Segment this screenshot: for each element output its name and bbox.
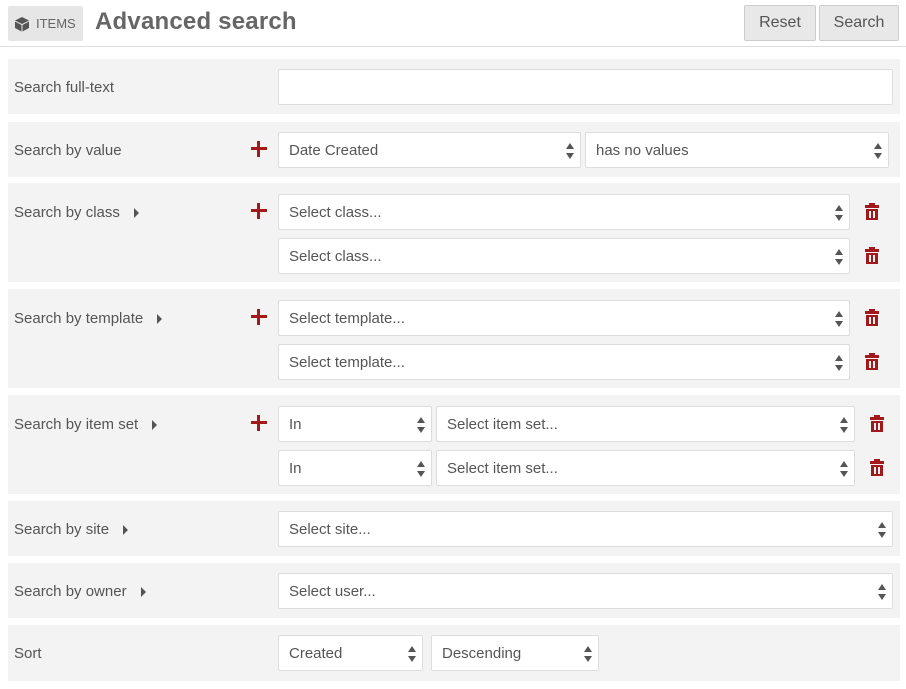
fulltext-label: Search full-text [14, 79, 115, 96]
select-arrows-icon [840, 416, 848, 434]
trash-icon[interactable] [865, 309, 879, 326]
template-field: Search by template Select template... Se… [8, 289, 900, 388]
caret-right-icon [123, 524, 129, 535]
site-select-text: Select site... [289, 520, 371, 538]
template-label-text: Search by template [14, 310, 144, 327]
item-set-mode-text: In [289, 415, 302, 433]
fulltext-field: Search full-text [8, 59, 900, 114]
owner-select-text: Select user... [289, 582, 376, 600]
fulltext-input[interactable] [278, 69, 893, 105]
select-arrows-icon [417, 460, 425, 478]
caret-right-icon [140, 586, 146, 597]
cube-icon [14, 16, 30, 32]
template-select-text: Select template... [289, 309, 405, 327]
trash-icon[interactable] [870, 459, 884, 476]
value-label: Search by value [14, 142, 122, 159]
search-button[interactable]: Search [819, 5, 899, 41]
template-select[interactable]: Select template... [278, 300, 850, 336]
trash-icon[interactable] [870, 415, 884, 432]
site-field: Search by site Select site... [8, 501, 900, 556]
value-operator-select[interactable]: has no values [585, 132, 889, 168]
caret-right-icon [157, 313, 163, 324]
reset-button[interactable]: Reset [744, 5, 816, 41]
page-title: Advanced search [95, 8, 297, 35]
item-set-label-text: Search by item set [14, 416, 139, 433]
item-set-mode-text: In [289, 459, 302, 477]
site-select[interactable]: Select site... [278, 511, 893, 547]
trash-icon[interactable] [865, 203, 879, 220]
select-arrows-icon [835, 310, 843, 328]
badge-label: ITEMS [36, 16, 76, 31]
sort-order-select[interactable]: Descending [431, 635, 599, 671]
sort-field: Sort Created Descending [8, 625, 900, 681]
template-select-text: Select template... [289, 353, 405, 371]
class-field: Search by class Select class... Select c… [8, 183, 900, 282]
caret-right-icon [133, 207, 139, 218]
owner-label-text: Search by owner [14, 583, 127, 600]
template-label[interactable]: Search by template [14, 310, 163, 327]
class-label-text: Search by class [14, 204, 120, 221]
value-property-select[interactable]: Date Created [278, 132, 581, 168]
page-header: ITEMS Advanced search Reset Search [0, 0, 906, 47]
site-label-text: Search by site [14, 521, 110, 538]
class-select-text: Select class... [289, 247, 382, 265]
owner-select[interactable]: Select user... [278, 573, 893, 609]
trash-icon[interactable] [865, 247, 879, 264]
item-set-field: Search by item set In Select item set...… [8, 395, 900, 494]
site-label[interactable]: Search by site [14, 521, 129, 538]
item-set-select[interactable]: Select item set... [436, 406, 855, 442]
class-select-text: Select class... [289, 203, 382, 221]
sort-by-text: Created [289, 644, 343, 662]
item-set-select[interactable]: Select item set... [436, 450, 855, 486]
select-arrows-icon [835, 248, 843, 266]
select-arrows-icon [566, 142, 574, 160]
trash-icon[interactable] [865, 353, 879, 370]
select-arrows-icon [408, 645, 416, 663]
add-item-set-icon[interactable] [251, 415, 267, 431]
sort-label: Sort [14, 645, 42, 662]
add-class-icon[interactable] [251, 203, 267, 219]
owner-field: Search by owner Select user... [8, 563, 900, 618]
select-arrows-icon [417, 416, 425, 434]
class-label[interactable]: Search by class [14, 204, 139, 221]
select-arrows-icon [878, 521, 886, 539]
caret-right-icon [152, 419, 158, 430]
select-arrows-icon [584, 645, 592, 663]
item-set-select-text: Select item set... [447, 459, 558, 477]
template-select[interactable]: Select template... [278, 344, 850, 380]
value-property-text: Date Created [289, 141, 379, 159]
select-arrows-icon [835, 204, 843, 222]
sort-by-select[interactable]: Created [278, 635, 423, 671]
select-arrows-icon [835, 354, 843, 372]
item-set-select-text: Select item set... [447, 415, 558, 433]
select-arrows-icon [874, 142, 882, 160]
select-arrows-icon [878, 583, 886, 601]
add-value-icon[interactable] [251, 141, 267, 157]
item-set-mode-select[interactable]: In [278, 406, 432, 442]
add-template-icon[interactable] [251, 309, 267, 325]
owner-label[interactable]: Search by owner [14, 583, 146, 600]
sort-order-text: Descending [442, 644, 522, 662]
value-operator-text: has no values [596, 141, 689, 159]
item-set-label[interactable]: Search by item set [14, 416, 158, 433]
items-badge[interactable]: ITEMS [8, 6, 83, 41]
class-select[interactable]: Select class... [278, 238, 850, 274]
select-arrows-icon [840, 460, 848, 478]
class-select[interactable]: Select class... [278, 194, 850, 230]
value-field: Search by value Date Created has no valu… [8, 122, 900, 177]
item-set-mode-select[interactable]: In [278, 450, 432, 486]
